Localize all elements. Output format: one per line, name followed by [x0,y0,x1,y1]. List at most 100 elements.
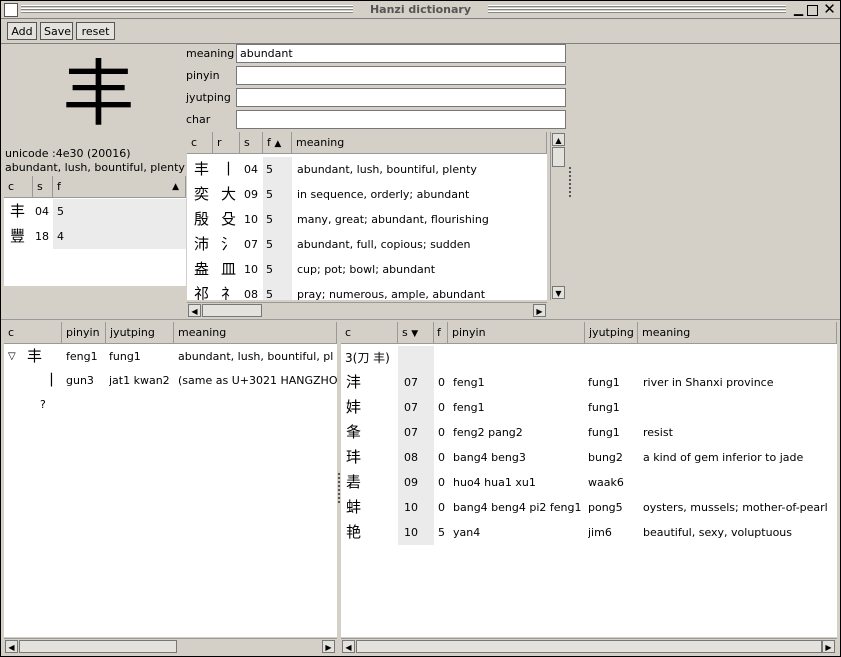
group-row[interactable]: 3(刀 丰) [341,346,837,371]
table-row[interactable]: 蚌 10 0 bang4 beng4 pi2 feng1 pong5 oyste… [341,495,837,520]
column-header-jyutping[interactable]: jyutping [106,322,174,344]
cell-jyutping: jat1 kwan2 [109,374,170,387]
search-horizontal-scrollbar[interactable]: ◀ ▶ [187,302,547,319]
component-horizontal-scrollbar[interactable]: ◀ ▶ [341,638,837,655]
table-row[interactable]: 艳 10 5 yan4 jim6 beautiful, sexy, volupt… [341,520,837,545]
cell-jyutping: bung2 [588,451,623,464]
tree-row[interactable]: ? [4,392,337,416]
cell-frequency: 5 [263,157,292,182]
window-title: Hanzi dictionary [353,2,488,17]
cell-frequency: 5 [53,199,186,224]
cell-meaning: abundant, lush, bountiful, plenty [297,163,477,176]
window-menu-icon[interactable] [4,3,18,17]
column-header-s[interactable]: s [33,176,53,198]
table-row[interactable]: 奕 大 09 5 in sequence, orderly; abundant [187,182,547,207]
scroll-right-icon[interactable]: ▶ [322,640,335,653]
table-row[interactable]: 盎 皿 10 5 cup; pot; bowl; abundant [187,257,547,282]
cell-meaning: pray; numerous, ample, abundant [297,288,486,300]
column-header-s[interactable]: s [240,132,263,154]
cell-strokes: 07 [398,370,434,395]
reset-button[interactable]: reset [76,22,115,40]
column-header-pinyin[interactable]: pinyin [448,322,585,344]
scroll-thumb[interactable] [356,640,822,653]
cell-jyutping: jim6 [588,526,612,539]
scroll-right-icon[interactable]: ▶ [822,640,835,653]
cell-strokes: 10 [244,263,258,276]
cell-char: 砉 [346,473,362,491]
cell-strokes: 07 [244,238,258,251]
column-header-s[interactable]: s ▼ [398,322,434,344]
scroll-right-icon[interactable]: ▶ [533,304,546,317]
add-button[interactable]: Add [7,22,37,40]
column-header-meaning[interactable]: meaning [638,322,837,344]
cell-char: 奕 [194,185,210,203]
close-icon[interactable]: ✕ [823,2,836,17]
cell-pinyin: feng1 [453,401,485,414]
table-row[interactable]: 玤 08 0 bang4 beng3 bung2 a kind of gem i… [341,445,837,470]
column-header-f[interactable]: f ▲ [53,176,186,198]
maximize-icon[interactable] [807,5,818,16]
table-row[interactable]: 沛 氵 07 5 abundant, full, copious; sudden [187,232,547,257]
scroll-thumb[interactable] [552,147,565,167]
column-header-f-label: f [267,136,271,149]
table-row[interactable]: 妦 07 0 feng1 fung1 [341,395,837,420]
save-button[interactable]: Save [40,22,73,40]
column-header-r[interactable]: r [213,132,240,154]
column-header-c[interactable]: c [341,322,398,344]
column-header-f-label: f [57,180,61,193]
column-header-c[interactable]: c [4,176,33,198]
pinyin-field[interactable] [236,66,566,85]
scroll-thumb[interactable] [202,304,262,317]
meaning-field[interactable]: abundant [236,44,566,63]
title-bar[interactable]: Hanzi dictionary ▁ ✕ [1,1,840,19]
splitter-grip[interactable] [338,473,340,505]
tree-horizontal-scrollbar[interactable]: ◀ ▶ [4,638,337,655]
cell-strokes: 07 [398,395,434,420]
cell-jyutping: fung1 [109,350,141,363]
variants-table: c s f ▲ 丰 04 5 豐 18 4 [4,176,186,286]
cell-strokes: 08 [398,445,434,470]
column-header-f[interactable]: f [434,322,448,344]
column-header-c[interactable]: c [4,322,62,344]
cell-meaning: resist [643,426,673,439]
jyutping-field[interactable] [236,88,566,107]
scroll-left-icon[interactable]: ◀ [188,304,201,317]
cell-strokes: 04 [35,205,49,218]
table-row[interactable]: 夆 07 0 feng2 pang2 fung1 resist [341,420,837,445]
tree-row[interactable]: ▽ 丰 feng1 fung1 abundant, lush, bountifu… [4,344,337,368]
cell-frequency: 0 [438,426,445,439]
cell-char: 艳 [346,523,362,541]
cell-jyutping: fung1 [588,426,620,439]
scroll-left-icon[interactable]: ◀ [5,640,18,653]
table-row[interactable]: 祁 礻 08 5 pray; numerous, ample, abundant [187,282,547,300]
tree-row[interactable]: 丨 gun3 jat1 kwan2 (same as U+3021 HANGZH… [4,368,337,392]
scroll-left-icon[interactable]: ◀ [342,640,355,653]
cell-strokes: 09 [244,188,258,201]
column-header-f[interactable]: f ▲ [263,132,292,154]
scroll-thumb[interactable] [19,640,177,653]
cell-frequency: 5 [263,257,292,282]
cell-radical: 礻 [221,285,237,300]
cell-strokes: 18 [35,230,49,243]
cell-meaning: in sequence, orderly; abundant [297,188,470,201]
char-field[interactable] [236,110,566,129]
cell-pinyin: bang4 beng4 pi2 feng1 [453,501,582,514]
table-row[interactable]: 殷 殳 10 5 many, great; abundant, flourish… [187,207,547,232]
column-header-jyutping[interactable]: jyutping [585,322,638,344]
cell-char: ? [40,398,46,411]
table-row[interactable]: 丰 04 5 [4,199,186,224]
table-row[interactable]: 砉 09 0 huo4 hua1 xu1 waak6 [341,470,837,495]
column-header-meaning[interactable]: meaning [292,132,547,154]
table-row[interactable]: 豐 18 4 [4,224,186,249]
table-row[interactable]: 沣 07 0 feng1 fung1 river in Shanxi provi… [341,370,837,395]
column-header-pinyin[interactable]: pinyin [62,322,106,344]
search-vertical-scrollbar[interactable]: ▲ ▼ [550,132,567,300]
scroll-down-icon[interactable]: ▼ [552,286,565,299]
splitter-grip[interactable] [569,167,571,199]
column-header-meaning[interactable]: meaning [174,322,337,344]
scroll-up-icon[interactable]: ▲ [552,133,565,146]
expand-icon[interactable]: ▽ [8,344,16,369]
column-header-c[interactable]: c [187,132,213,154]
minimize-icon[interactable]: ▁ [792,3,805,16]
table-row[interactable]: 丰 丨 04 5 abundant, lush, bountiful, plen… [187,157,547,182]
